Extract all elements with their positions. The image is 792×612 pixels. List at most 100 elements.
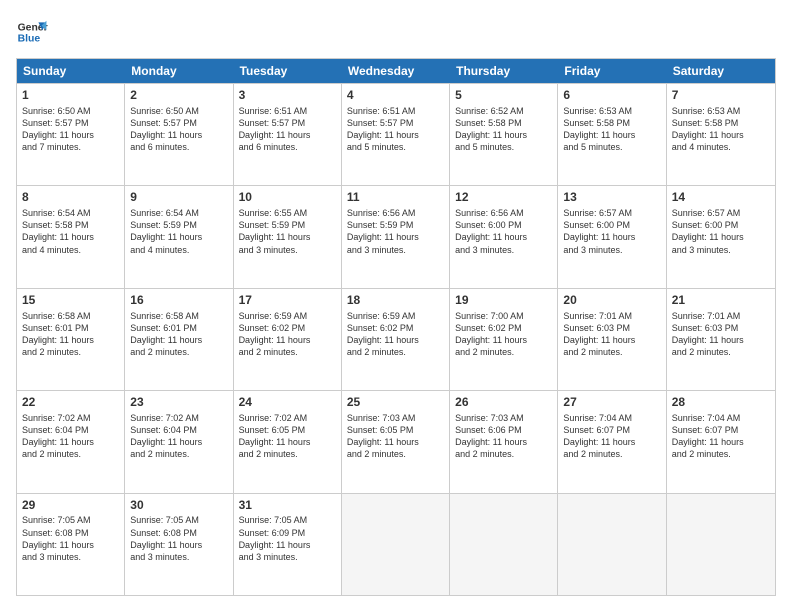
day-cell-19: 19Sunrise: 7:00 AM Sunset: 6:02 PM Dayli… — [450, 289, 558, 390]
header-cell-thursday: Thursday — [450, 59, 558, 83]
day-info: Sunrise: 7:01 AM Sunset: 6:03 PM Dayligh… — [672, 310, 770, 359]
logo-icon: General Blue — [16, 16, 48, 48]
day-number: 13 — [563, 189, 660, 206]
day-info: Sunrise: 6:59 AM Sunset: 6:02 PM Dayligh… — [347, 310, 444, 359]
day-cell-24: 24Sunrise: 7:02 AM Sunset: 6:05 PM Dayli… — [234, 391, 342, 492]
logo: General Blue — [16, 16, 48, 48]
header-cell-monday: Monday — [125, 59, 233, 83]
day-info: Sunrise: 6:53 AM Sunset: 5:58 PM Dayligh… — [563, 105, 660, 154]
empty-cell — [450, 494, 558, 595]
day-number: 21 — [672, 292, 770, 309]
day-number: 18 — [347, 292, 444, 309]
day-info: Sunrise: 7:05 AM Sunset: 6:08 PM Dayligh… — [130, 514, 227, 563]
day-cell-18: 18Sunrise: 6:59 AM Sunset: 6:02 PM Dayli… — [342, 289, 450, 390]
day-number: 1 — [22, 87, 119, 104]
day-number: 4 — [347, 87, 444, 104]
day-number: 8 — [22, 189, 119, 206]
day-number: 24 — [239, 394, 336, 411]
day-cell-16: 16Sunrise: 6:58 AM Sunset: 6:01 PM Dayli… — [125, 289, 233, 390]
day-cell-17: 17Sunrise: 6:59 AM Sunset: 6:02 PM Dayli… — [234, 289, 342, 390]
day-number: 10 — [239, 189, 336, 206]
day-number: 16 — [130, 292, 227, 309]
day-cell-20: 20Sunrise: 7:01 AM Sunset: 6:03 PM Dayli… — [558, 289, 666, 390]
day-info: Sunrise: 6:58 AM Sunset: 6:01 PM Dayligh… — [130, 310, 227, 359]
day-cell-14: 14Sunrise: 6:57 AM Sunset: 6:00 PM Dayli… — [667, 186, 775, 287]
day-cell-28: 28Sunrise: 7:04 AM Sunset: 6:07 PM Dayli… — [667, 391, 775, 492]
day-number: 17 — [239, 292, 336, 309]
calendar-header: SundayMondayTuesdayWednesdayThursdayFrid… — [17, 59, 775, 83]
day-cell-12: 12Sunrise: 6:56 AM Sunset: 6:00 PM Dayli… — [450, 186, 558, 287]
day-number: 19 — [455, 292, 552, 309]
day-number: 2 — [130, 87, 227, 104]
day-info: Sunrise: 7:02 AM Sunset: 6:05 PM Dayligh… — [239, 412, 336, 461]
day-info: Sunrise: 6:56 AM Sunset: 5:59 PM Dayligh… — [347, 207, 444, 256]
day-info: Sunrise: 6:53 AM Sunset: 5:58 PM Dayligh… — [672, 105, 770, 154]
empty-cell — [342, 494, 450, 595]
day-info: Sunrise: 6:56 AM Sunset: 6:00 PM Dayligh… — [455, 207, 552, 256]
calendar-row-1: 8Sunrise: 6:54 AM Sunset: 5:58 PM Daylig… — [17, 185, 775, 287]
day-info: Sunrise: 7:05 AM Sunset: 6:08 PM Dayligh… — [22, 514, 119, 563]
day-info: Sunrise: 7:01 AM Sunset: 6:03 PM Dayligh… — [563, 310, 660, 359]
header-cell-friday: Friday — [558, 59, 666, 83]
day-info: Sunrise: 7:02 AM Sunset: 6:04 PM Dayligh… — [22, 412, 119, 461]
day-info: Sunrise: 7:04 AM Sunset: 6:07 PM Dayligh… — [672, 412, 770, 461]
day-cell-10: 10Sunrise: 6:55 AM Sunset: 5:59 PM Dayli… — [234, 186, 342, 287]
header-cell-sunday: Sunday — [17, 59, 125, 83]
day-cell-22: 22Sunrise: 7:02 AM Sunset: 6:04 PM Dayli… — [17, 391, 125, 492]
day-cell-29: 29Sunrise: 7:05 AM Sunset: 6:08 PM Dayli… — [17, 494, 125, 595]
day-info: Sunrise: 7:05 AM Sunset: 6:09 PM Dayligh… — [239, 514, 336, 563]
day-number: 14 — [672, 189, 770, 206]
day-number: 23 — [130, 394, 227, 411]
day-cell-30: 30Sunrise: 7:05 AM Sunset: 6:08 PM Dayli… — [125, 494, 233, 595]
day-cell-27: 27Sunrise: 7:04 AM Sunset: 6:07 PM Dayli… — [558, 391, 666, 492]
day-cell-23: 23Sunrise: 7:02 AM Sunset: 6:04 PM Dayli… — [125, 391, 233, 492]
day-info: Sunrise: 6:54 AM Sunset: 5:58 PM Dayligh… — [22, 207, 119, 256]
empty-cell — [667, 494, 775, 595]
day-cell-13: 13Sunrise: 6:57 AM Sunset: 6:00 PM Dayli… — [558, 186, 666, 287]
day-cell-31: 31Sunrise: 7:05 AM Sunset: 6:09 PM Dayli… — [234, 494, 342, 595]
day-number: 27 — [563, 394, 660, 411]
calendar-row-0: 1Sunrise: 6:50 AM Sunset: 5:57 PM Daylig… — [17, 83, 775, 185]
empty-cell — [558, 494, 666, 595]
day-info: Sunrise: 6:51 AM Sunset: 5:57 PM Dayligh… — [239, 105, 336, 154]
day-info: Sunrise: 7:00 AM Sunset: 6:02 PM Dayligh… — [455, 310, 552, 359]
day-number: 6 — [563, 87, 660, 104]
day-number: 7 — [672, 87, 770, 104]
day-cell-6: 6Sunrise: 6:53 AM Sunset: 5:58 PM Daylig… — [558, 84, 666, 185]
day-number: 30 — [130, 497, 227, 514]
day-number: 20 — [563, 292, 660, 309]
day-info: Sunrise: 7:02 AM Sunset: 6:04 PM Dayligh… — [130, 412, 227, 461]
day-cell-4: 4Sunrise: 6:51 AM Sunset: 5:57 PM Daylig… — [342, 84, 450, 185]
day-info: Sunrise: 7:03 AM Sunset: 6:05 PM Dayligh… — [347, 412, 444, 461]
day-number: 9 — [130, 189, 227, 206]
day-info: Sunrise: 6:59 AM Sunset: 6:02 PM Dayligh… — [239, 310, 336, 359]
day-cell-25: 25Sunrise: 7:03 AM Sunset: 6:05 PM Dayli… — [342, 391, 450, 492]
day-cell-11: 11Sunrise: 6:56 AM Sunset: 5:59 PM Dayli… — [342, 186, 450, 287]
calendar-row-4: 29Sunrise: 7:05 AM Sunset: 6:08 PM Dayli… — [17, 493, 775, 595]
day-info: Sunrise: 7:03 AM Sunset: 6:06 PM Dayligh… — [455, 412, 552, 461]
day-info: Sunrise: 7:04 AM Sunset: 6:07 PM Dayligh… — [563, 412, 660, 461]
day-cell-15: 15Sunrise: 6:58 AM Sunset: 6:01 PM Dayli… — [17, 289, 125, 390]
day-number: 5 — [455, 87, 552, 104]
day-cell-1: 1Sunrise: 6:50 AM Sunset: 5:57 PM Daylig… — [17, 84, 125, 185]
day-cell-2: 2Sunrise: 6:50 AM Sunset: 5:57 PM Daylig… — [125, 84, 233, 185]
day-number: 25 — [347, 394, 444, 411]
day-number: 12 — [455, 189, 552, 206]
day-cell-26: 26Sunrise: 7:03 AM Sunset: 6:06 PM Dayli… — [450, 391, 558, 492]
day-info: Sunrise: 6:51 AM Sunset: 5:57 PM Dayligh… — [347, 105, 444, 154]
day-info: Sunrise: 6:55 AM Sunset: 5:59 PM Dayligh… — [239, 207, 336, 256]
day-cell-8: 8Sunrise: 6:54 AM Sunset: 5:58 PM Daylig… — [17, 186, 125, 287]
header-cell-tuesday: Tuesday — [234, 59, 342, 83]
day-info: Sunrise: 6:57 AM Sunset: 6:00 PM Dayligh… — [563, 207, 660, 256]
day-cell-9: 9Sunrise: 6:54 AM Sunset: 5:59 PM Daylig… — [125, 186, 233, 287]
day-info: Sunrise: 6:50 AM Sunset: 5:57 PM Dayligh… — [22, 105, 119, 154]
calendar-row-3: 22Sunrise: 7:02 AM Sunset: 6:04 PM Dayli… — [17, 390, 775, 492]
day-cell-7: 7Sunrise: 6:53 AM Sunset: 5:58 PM Daylig… — [667, 84, 775, 185]
day-info: Sunrise: 6:52 AM Sunset: 5:58 PM Dayligh… — [455, 105, 552, 154]
day-info: Sunrise: 6:58 AM Sunset: 6:01 PM Dayligh… — [22, 310, 119, 359]
day-number: 15 — [22, 292, 119, 309]
day-number: 22 — [22, 394, 119, 411]
calendar-body: 1Sunrise: 6:50 AM Sunset: 5:57 PM Daylig… — [17, 83, 775, 595]
day-info: Sunrise: 6:50 AM Sunset: 5:57 PM Dayligh… — [130, 105, 227, 154]
header-cell-wednesday: Wednesday — [342, 59, 450, 83]
